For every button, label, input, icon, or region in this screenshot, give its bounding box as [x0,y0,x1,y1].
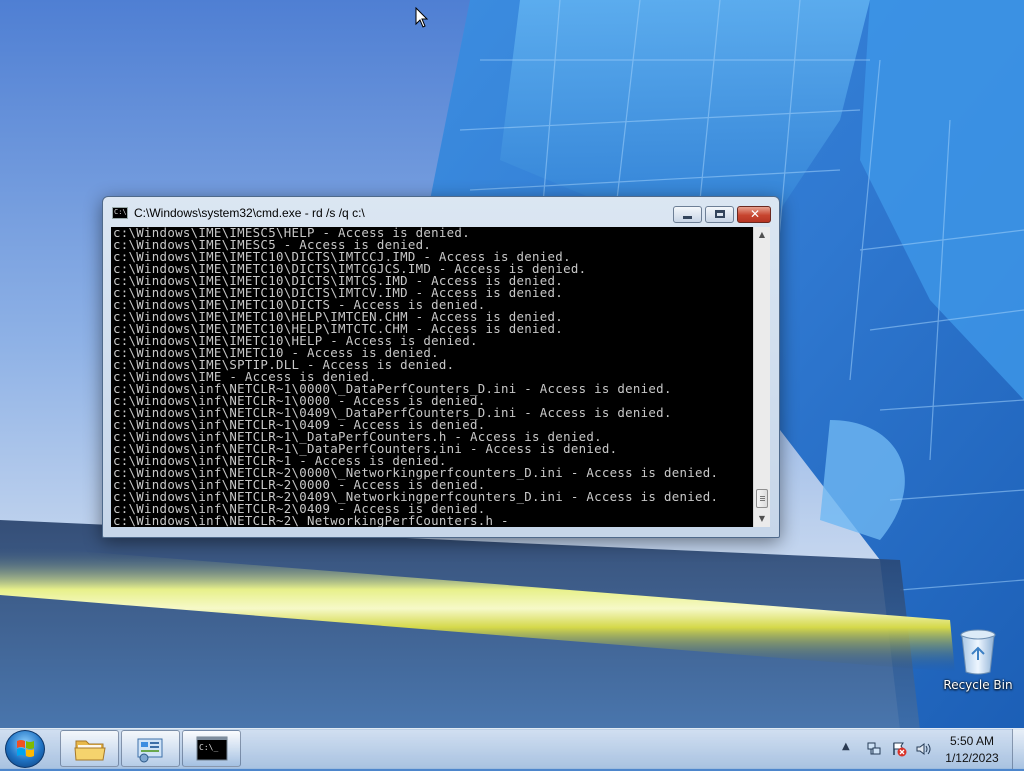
cmd-task-icon-text: C:\_ [199,743,218,752]
command-prompt-icon: C:\_ [196,736,228,761]
console-lines: c:\Windows\IME\IMESC5\HELP - Access is d… [111,227,753,527]
start-button[interactable] [5,730,45,768]
window-titlebar[interactable]: C:\ C:\Windows\system32\cmd.exe - rd /s … [103,197,779,227]
cmd-window[interactable]: C:\ C:\Windows\system32\cmd.exe - rd /s … [102,196,780,538]
taskbar-control-panel[interactable] [121,730,180,767]
desktop-icon-recycle-bin[interactable]: Recycle Bin [938,628,1018,692]
control-panel-icon [137,738,163,763]
minimize-icon [683,216,692,219]
maximize-button[interactable] [705,206,734,223]
show-desktop-button[interactable] [1012,729,1024,769]
volume-icon[interactable] [915,741,931,757]
vertical-scrollbar[interactable]: ▲ ▼ [753,227,770,527]
scroll-up-button[interactable]: ▲ [754,227,770,243]
mouse-cursor-icon [415,7,429,28]
taskbar-windows-explorer[interactable] [60,730,119,767]
taskbar-command-prompt[interactable]: C:\_ [182,730,241,767]
clock-time[interactable]: 5:50 AM [940,734,1004,748]
recycle-bin-icon [960,629,996,675]
console-line: c:\Windows\inf\NETCLR~2\_NetworkingPerfC… [113,513,509,527]
windows-start-icon [17,740,34,757]
scrollbar-thumb[interactable] [756,489,768,508]
maximize-icon [715,210,725,218]
cmd-icon-text: C:\ [114,208,127,216]
console-output[interactable]: c:\Windows\IME\IMESC5\HELP - Access is d… [111,227,753,527]
close-icon: ✕ [750,207,761,221]
recycle-bin-label: Recycle Bin [943,678,1013,692]
taskbar: C:\_ ▲ 5:50 AM 1/12/2023 [0,728,1024,769]
close-button[interactable]: ✕ [737,206,771,223]
folder-icon [74,740,106,761]
cmd-icon: C:\ [112,207,128,219]
window-title: C:\Windows\system32\cmd.exe - rd /s /q c… [134,206,365,220]
scroll-down-button[interactable]: ▼ [754,511,770,527]
action-center-icon[interactable] [891,741,907,757]
clock-date[interactable]: 1/12/2023 [940,751,1004,765]
minimize-button[interactable] [673,206,702,223]
network-icon[interactable] [866,741,882,757]
show-hidden-icons-button[interactable]: ▲ [842,741,850,752]
